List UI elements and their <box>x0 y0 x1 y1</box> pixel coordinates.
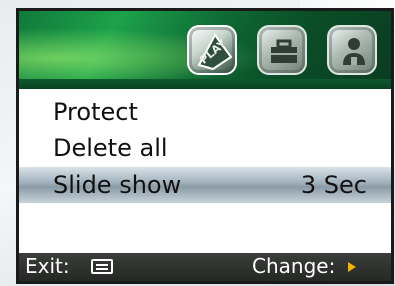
right-arrow-icon <box>348 262 356 272</box>
button-hint-bar: Exit: Change: <box>19 253 391 281</box>
menu-item-protect[interactable]: Protect <box>19 94 391 130</box>
person-icon <box>343 38 365 65</box>
mode-tab-bar: PLAY <box>19 11 391 90</box>
tab-user[interactable] <box>327 25 377 75</box>
camera-lcd-screen: PLAY Protect Delete all Slide show 3 Sec… <box>16 8 394 284</box>
toolbox-icon <box>271 39 297 63</box>
menu-item-delete-all[interactable]: Delete all <box>19 130 391 166</box>
menu-item-label: Slide show <box>53 171 182 199</box>
active-tab-indicator <box>205 81 219 90</box>
exit-hint-label: Exit: <box>25 254 70 278</box>
menu-button-icon <box>91 259 113 274</box>
play-mode-icon: PLAY <box>197 33 233 71</box>
menu-item-label: Delete all <box>53 134 168 162</box>
tab-setup[interactable] <box>257 25 307 75</box>
slide-show-interval-value: 3 Sec <box>300 171 367 199</box>
menu-item-slide-show[interactable]: Slide show 3 Sec <box>19 167 391 203</box>
menu-item-label: Protect <box>53 98 138 126</box>
tab-play[interactable]: PLAY <box>187 25 237 75</box>
change-hint-label: Change: <box>252 254 336 278</box>
